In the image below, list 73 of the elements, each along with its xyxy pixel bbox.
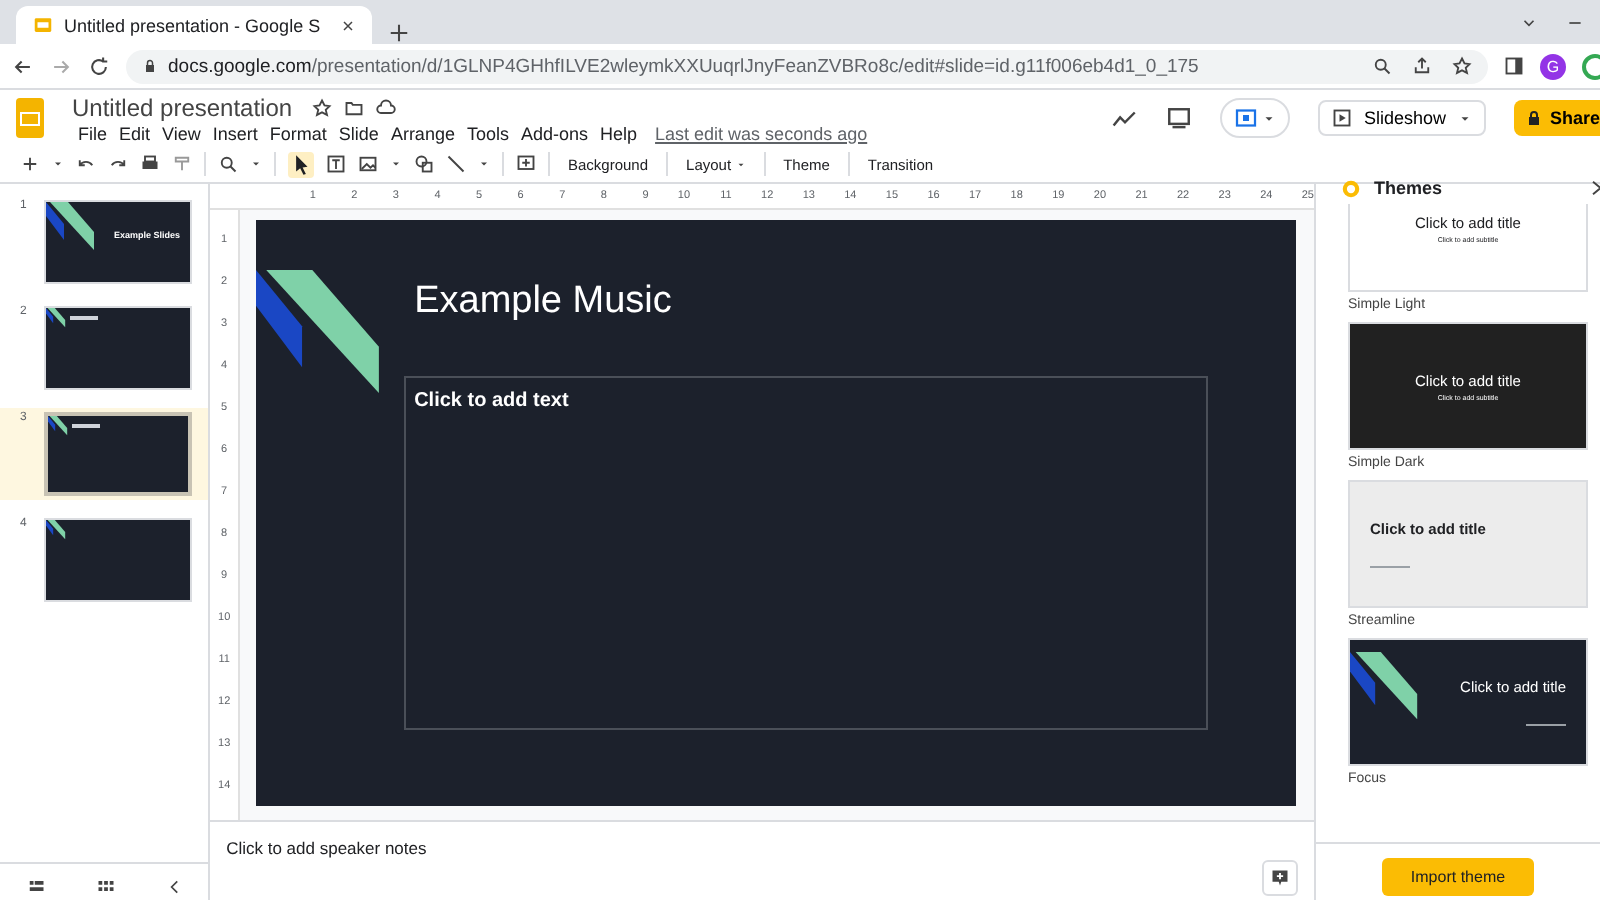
menu-item[interactable]: Help (594, 123, 644, 143)
shapes-icon[interactable] (414, 154, 434, 174)
play-box-icon (1331, 108, 1352, 128)
slide-thumbnail[interactable] (44, 412, 192, 496)
select-cursor-icon[interactable] (288, 151, 314, 177)
slide-title[interactable]: Example Music (414, 280, 1209, 324)
caret-icon[interactable] (250, 158, 262, 170)
menu-item[interactable]: Edit (113, 123, 157, 143)
filmstrip-view-icon[interactable] (25, 876, 45, 896)
menu-item[interactable]: Slide (332, 123, 385, 143)
address-bar[interactable]: docs.google.com/presentation/d/1GLNP4GHhfILVE2wleymkXXUuqrlJnyFeanZVBRo8c/edit#slide=id.g11f006eb4d1_0_175 (126, 49, 1488, 83)
present-window-icon (1233, 106, 1258, 130)
comment-add-icon[interactable] (516, 154, 536, 174)
caret-icon[interactable] (52, 158, 64, 170)
share-button[interactable]: Share (1513, 100, 1600, 136)
stripe-drawing (48, 416, 68, 436)
menu-item[interactable]: Add-ons (514, 123, 595, 143)
meet-button[interactable] (1219, 98, 1290, 138)
star-icon[interactable] (1452, 56, 1472, 76)
heading-line (72, 424, 100, 427)
stripe-drawing (1350, 652, 1418, 720)
body-placeholder[interactable]: Click to add text (404, 376, 1209, 730)
slideshow-button[interactable]: Slideshow (1317, 100, 1486, 136)
caret-icon[interactable] (390, 158, 402, 170)
heading-line (70, 316, 98, 319)
new-tab-icon[interactable] (388, 22, 410, 44)
document-title[interactable]: Untitled presentation (72, 93, 293, 121)
browser-tab[interactable]: Untitled presentation - Google S (16, 6, 372, 44)
stripe-drawing (46, 308, 66, 328)
image-icon[interactable] (358, 154, 378, 174)
zoom-icon[interactable] (218, 154, 238, 174)
add-note-icon (1270, 868, 1290, 888)
menu-item[interactable]: Tools (460, 123, 515, 143)
stripe-drawing (46, 202, 94, 250)
print-icon[interactable] (140, 154, 160, 174)
back-icon[interactable] (12, 55, 34, 77)
stripe-drawing (46, 520, 66, 540)
last-edit-link[interactable]: Last edit was seconds ago (655, 123, 868, 143)
close-icon[interactable] (340, 17, 356, 33)
slide-thumbnail[interactable] (44, 518, 192, 602)
text-box-icon[interactable] (326, 154, 346, 174)
panel-title: Themes (1374, 178, 1443, 198)
profile-avatar[interactable]: G (1540, 53, 1566, 79)
caret-icon (1457, 111, 1472, 125)
caret-icon[interactable] (478, 158, 490, 170)
folder-icon[interactable] (344, 97, 365, 117)
menu-item[interactable]: Insert (206, 123, 264, 143)
reload-icon[interactable] (88, 55, 110, 77)
lock-icon (142, 58, 158, 74)
import-theme-button[interactable]: Import theme (1382, 857, 1534, 895)
lock-icon (1525, 110, 1542, 126)
caret-icon (1261, 111, 1276, 125)
search-icon[interactable] (1372, 56, 1392, 76)
slide-thumbnail[interactable] (44, 306, 192, 390)
menu-item[interactable]: View (156, 123, 207, 143)
tab-title: Untitled presentation - Google S (64, 15, 323, 35)
grid-view-icon[interactable] (95, 876, 116, 896)
star-icon[interactable] (312, 97, 333, 117)
subtitle-line (1526, 723, 1566, 727)
menu-item[interactable]: File (72, 123, 114, 143)
paint-format-icon[interactable] (172, 154, 192, 174)
caret-icon (735, 159, 746, 169)
sidebar-icon[interactable] (1504, 56, 1524, 76)
subtitle-line (1370, 565, 1410, 569)
cloud-icon[interactable] (376, 97, 397, 117)
add-icon[interactable] (20, 154, 40, 174)
slide-canvas[interactable]: Example Music Click to add text (256, 220, 1297, 806)
menu-item[interactable]: Format (263, 123, 333, 143)
explore-button[interactable] (1262, 860, 1298, 896)
share-icon[interactable] (1412, 56, 1432, 76)
stripe-drawing (256, 270, 381, 394)
line-icon[interactable] (446, 154, 466, 174)
menu-item[interactable]: Arrange (384, 123, 461, 143)
